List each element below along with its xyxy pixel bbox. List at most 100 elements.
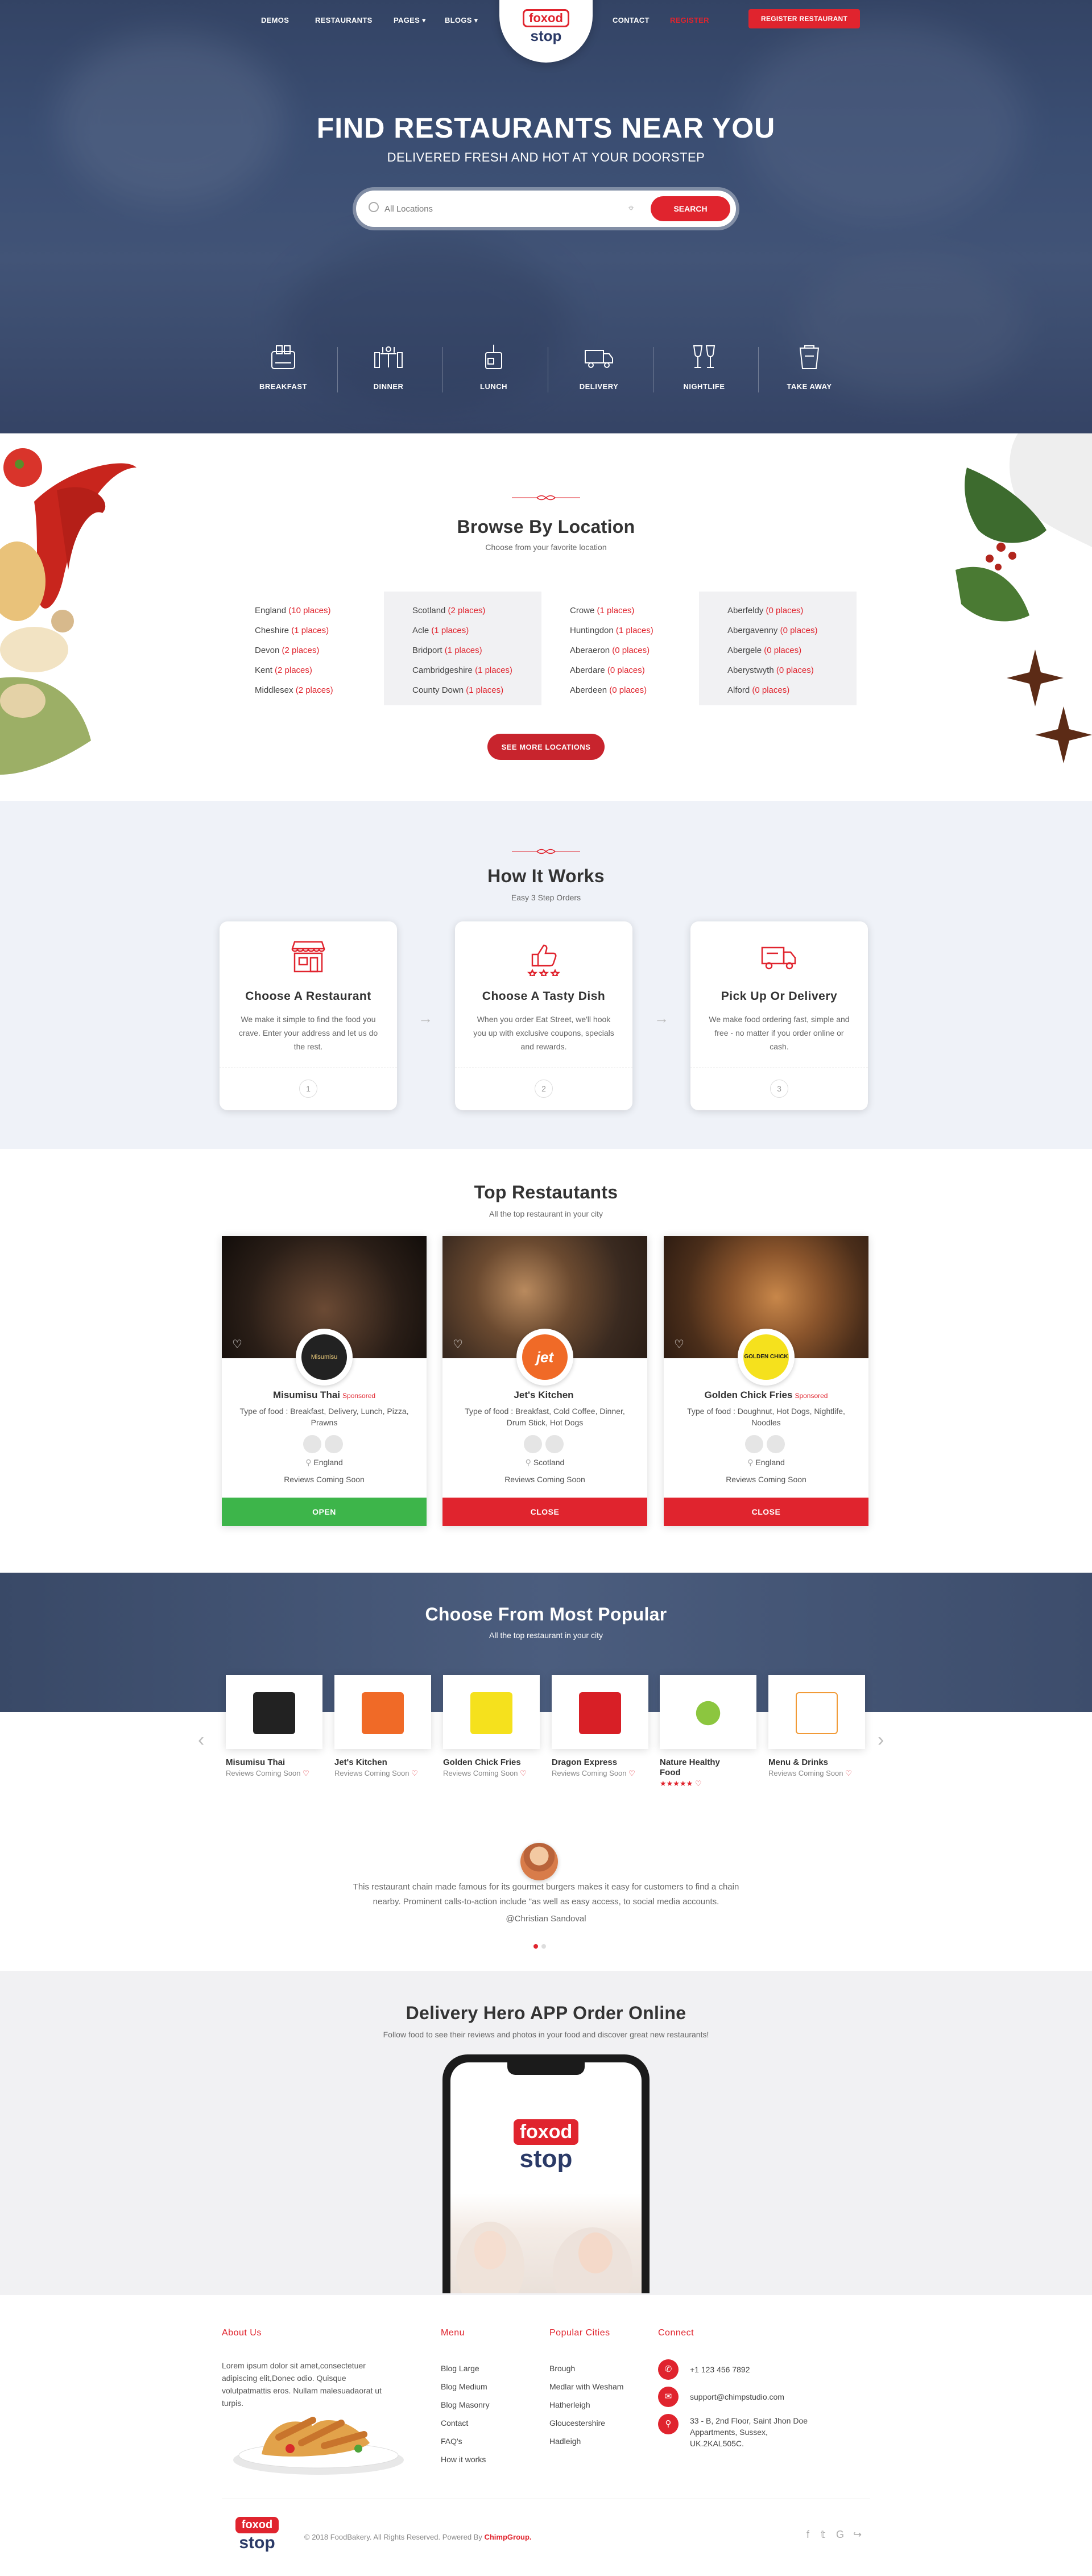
twitter-icon[interactable]: 𝕥: [821, 2529, 825, 2541]
location-link[interactable]: Aberdare (0 places): [570, 660, 699, 680]
carousel-prev-icon[interactable]: ‹: [198, 1729, 204, 1751]
heart-icon[interactable]: ♡: [453, 1337, 463, 1351]
crosshair-icon[interactable]: ⌖: [628, 202, 634, 215]
location-link[interactable]: Huntingdon (1 places): [570, 621, 699, 640]
location-link[interactable]: Acle (1 places): [412, 621, 541, 640]
footer-link[interactable]: Blog Masonry: [441, 2396, 490, 2414]
location-link[interactable]: England (10 places): [255, 601, 384, 621]
footer-link[interactable]: Blog Large: [441, 2359, 490, 2377]
location-link[interactable]: Aberfeldy (0 places): [727, 601, 857, 621]
footer-link[interactable]: Brough: [549, 2359, 623, 2377]
map-pin-icon: ⚲: [305, 1458, 312, 1467]
footer-link[interactable]: Hadleigh: [549, 2432, 623, 2450]
location-link[interactable]: Alford (0 places): [727, 680, 857, 700]
heart-icon[interactable]: ♡: [520, 1769, 527, 1777]
restaurant-logo: [796, 1692, 838, 1734]
footer-link[interactable]: Medlar with Wesham: [549, 2377, 623, 2396]
heart-icon[interactable]: ♡: [628, 1769, 635, 1777]
popular-name[interactable]: Nature Healthy Food: [660, 1758, 728, 1778]
category-breakfast[interactable]: BREAKFAST: [249, 341, 317, 391]
popular-card[interactable]: [660, 1675, 756, 1749]
popular-reviews: Reviews Coming Soon ♡: [334, 1769, 418, 1777]
heart-icon[interactable]: ♡: [695, 1779, 702, 1788]
category-lunch[interactable]: LUNCH: [460, 341, 528, 391]
contact-email[interactable]: support@chimpstudio.com: [690, 2391, 784, 2403]
browse-subtitle: Choose from your favorite location: [485, 543, 607, 552]
footer-link[interactable]: Gloucestershire: [549, 2414, 623, 2432]
popular-name[interactable]: Jet's Kitchen: [334, 1758, 431, 1768]
popular-name[interactable]: Misumisu Thai: [226, 1758, 322, 1768]
heart-icon[interactable]: ♡: [674, 1337, 684, 1351]
popular-name[interactable]: Dragon Express: [552, 1758, 648, 1768]
location-link[interactable]: Devon (2 places): [255, 640, 384, 660]
footer-link[interactable]: Blog Medium: [441, 2377, 490, 2396]
step-text: We make it simple to find the food you c…: [238, 1015, 378, 1051]
heart-icon[interactable]: ♡: [303, 1769, 309, 1777]
register-restaurant-button[interactable]: REGISTER RESTAURANT: [748, 9, 861, 28]
category-take-away[interactable]: TAKE AWAY: [775, 341, 843, 391]
location-link[interactable]: Kent (2 places): [255, 660, 384, 680]
heart-icon[interactable]: ♡: [411, 1769, 418, 1777]
restaurant-card[interactable]: ♡ Misumisu Misumisu Thai Sponsored Type o…: [222, 1236, 427, 1526]
heart-icon[interactable]: ♡: [232, 1337, 242, 1351]
location-link[interactable]: Scotland (2 places): [412, 601, 541, 621]
arrow-right-icon: →: [654, 1010, 669, 1027]
location-link[interactable]: Aberystwyth (0 places): [727, 660, 857, 680]
popular-card[interactable]: [768, 1675, 865, 1749]
see-more-locations-button[interactable]: SEE MORE LOCATIONS: [487, 734, 605, 760]
nav-demos[interactable]: DEMOS: [261, 16, 289, 24]
popular-card[interactable]: [443, 1675, 540, 1749]
location-link[interactable]: Cambridgeshire (1 places): [412, 660, 541, 680]
step-card-1: Choose A Restaurant We make it simple to…: [220, 921, 397, 1110]
nav-register[interactable]: REGISTER: [670, 16, 709, 24]
popular-card[interactable]: [334, 1675, 431, 1749]
carousel-next-icon[interactable]: ›: [878, 1729, 884, 1751]
restaurant-card[interactable]: ♡ GOLDEN CHICK Golden Chick Fries Sponsor…: [664, 1236, 868, 1526]
browse-title: Browse By Location: [457, 516, 635, 537]
nav-restaurants[interactable]: RESTAURANTS: [315, 16, 373, 24]
restaurant-logo: [687, 1692, 729, 1734]
location-link[interactable]: Aberaeron (0 places): [570, 640, 699, 660]
category-dinner[interactable]: DINNER: [354, 341, 423, 391]
location-input[interactable]: [384, 199, 635, 219]
location-link[interactable]: Aberdeen (0 places): [570, 680, 699, 700]
restaurant-card[interactable]: ♡ jet Jet's Kitchen Type of food : Break…: [442, 1236, 647, 1526]
category-delivery[interactable]: DELIVERY: [565, 341, 633, 391]
nav-pages[interactable]: PAGES ▾: [394, 16, 426, 25]
footer-link[interactable]: How it works: [441, 2450, 490, 2469]
facebook-icon[interactable]: f: [806, 2529, 809, 2541]
status-closed-button[interactable]: CLOSE: [664, 1498, 868, 1526]
location-link[interactable]: Bridport (1 places): [412, 640, 541, 660]
status-closed-button[interactable]: CLOSE: [442, 1498, 647, 1526]
location-link[interactable]: Crowe (1 places): [570, 601, 699, 621]
location-link[interactable]: Abergavenny (0 places): [727, 621, 857, 640]
share-icon[interactable]: ↪: [853, 2529, 862, 2541]
popular-name[interactable]: Menu & Drinks: [768, 1758, 865, 1768]
popular-reviews: Reviews Coming Soon ♡: [768, 1769, 852, 1777]
google-icon[interactable]: G: [836, 2529, 844, 2541]
carousel-dot-active[interactable]: [533, 1944, 538, 1949]
location-link[interactable]: Cheshire (1 places): [255, 621, 384, 640]
footer-logo[interactable]: foxod stop: [226, 2517, 288, 2553]
search-button[interactable]: SEARCH: [651, 196, 730, 221]
nav-blogs[interactable]: BLOGS ▾: [445, 16, 478, 25]
footer-link[interactable]: Hatherleigh: [549, 2396, 623, 2414]
footer-link[interactable]: FAQ's: [441, 2432, 490, 2450]
popular-card[interactable]: [226, 1675, 322, 1749]
contact-phone[interactable]: +1 123 456 7892: [690, 2364, 750, 2375]
carousel-dot[interactable]: [541, 1944, 546, 1949]
popular-name[interactable]: Golden Chick Fries: [443, 1758, 540, 1768]
restaurant-logo: jet: [516, 1329, 573, 1386]
popular-card[interactable]: [552, 1675, 648, 1749]
location-link[interactable]: Abergele (0 places): [727, 640, 857, 660]
footer-link[interactable]: Contact: [441, 2414, 490, 2432]
heart-icon[interactable]: ♡: [845, 1769, 852, 1777]
delivery-icon: [524, 1435, 542, 1453]
location-link[interactable]: Middlesex (2 places): [255, 680, 384, 700]
location-link[interactable]: County Down (1 places): [412, 680, 541, 700]
pickup-icon: [325, 1435, 343, 1453]
category-nightlife[interactable]: NIGHTLIFE: [670, 341, 738, 391]
nav-contact[interactable]: CONTACT: [613, 16, 650, 24]
delivery-truck-icon: [583, 341, 615, 373]
status-open-button[interactable]: OPEN: [222, 1498, 427, 1526]
